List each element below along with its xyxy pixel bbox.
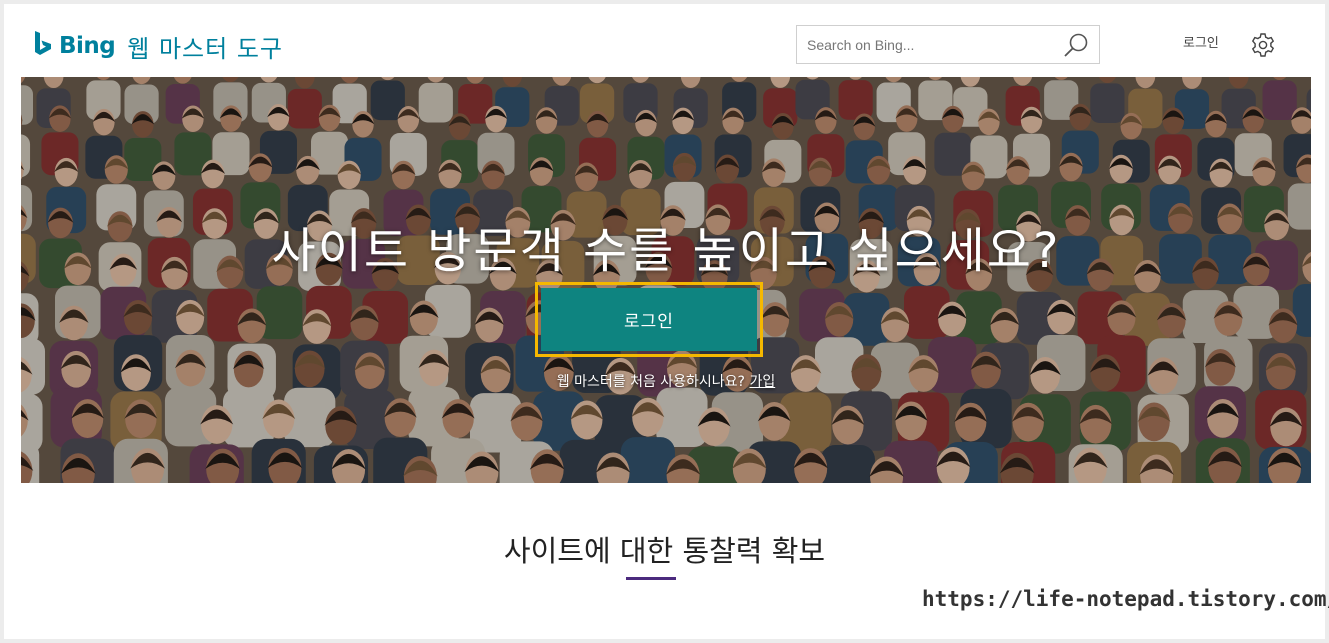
hero-login-button[interactable]: 로그인 — [541, 288, 757, 351]
top-header: Bing 웹 마스터 도구 로그인 — [21, 19, 1311, 77]
signup-line: 웹 마스터를 처음 사용하시나요? 가입 — [21, 371, 1311, 391]
signup-prompt: 웹 마스터를 처음 사용하시나요? — [556, 374, 745, 390]
search-icon[interactable] — [1063, 32, 1089, 58]
hero-title: 사이트 방문객 수를 높이고 싶으세요? — [271, 223, 1061, 279]
signup-link[interactable]: 가입 — [749, 374, 775, 390]
hero-banner: 사이트 방문객 수를 높이고 싶으세요? 로그인 웹 마스터를 처음 사용하시나… — [21, 77, 1311, 483]
bing-logo[interactable]: Bing 웹 마스터 도구 — [33, 29, 283, 63]
search-input[interactable] — [797, 26, 1067, 63]
watermark: https://life-notepad.tistory.com/ — [922, 587, 1329, 611]
section-title: 사이트에 대한 통찰력 확보 — [503, 534, 826, 568]
section-underline — [626, 577, 676, 580]
bing-logo-icon — [35, 31, 51, 55]
header-login-link[interactable]: 로그인 — [1183, 32, 1219, 51]
search-box — [796, 25, 1100, 64]
product-name: 웹 마스터 도구 — [127, 34, 284, 63]
brand-name: Bing — [59, 33, 116, 59]
gear-icon[interactable] — [1250, 32, 1276, 58]
